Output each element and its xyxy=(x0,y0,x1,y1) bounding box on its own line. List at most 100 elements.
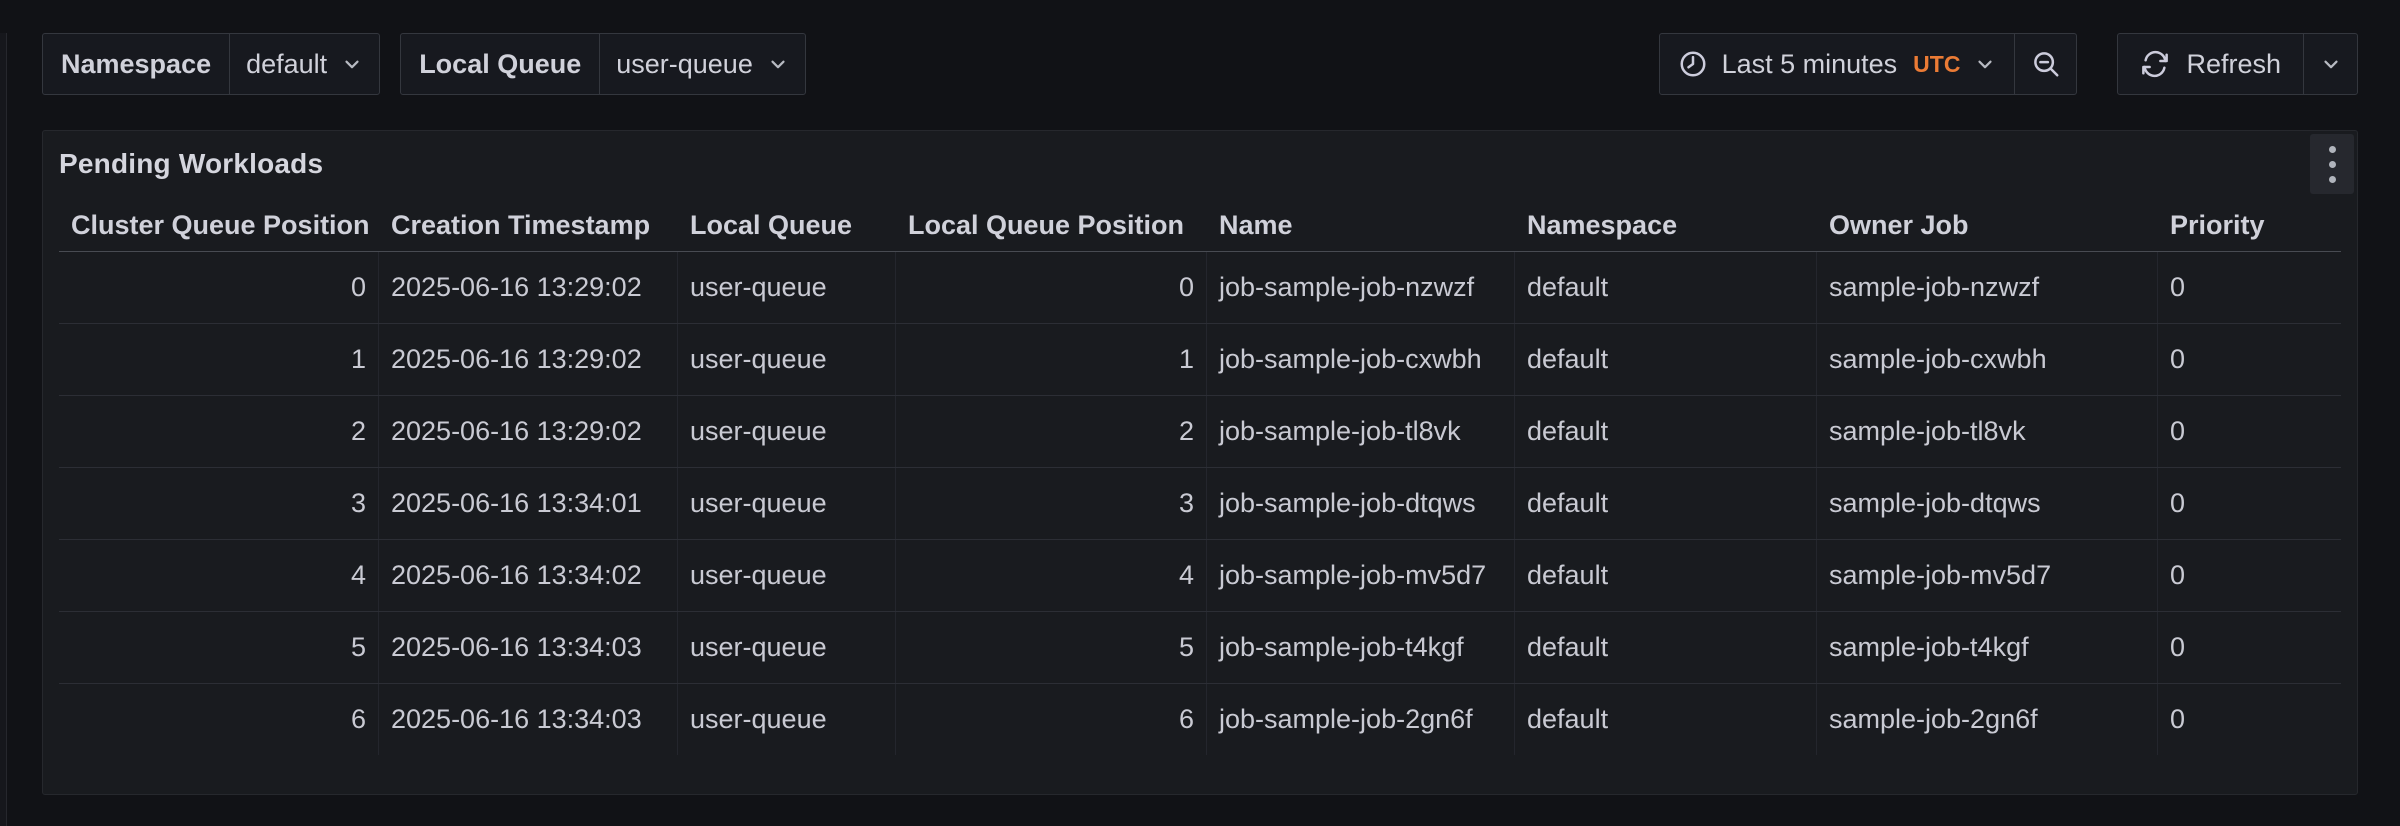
table-cell: user-queue xyxy=(678,468,896,539)
table-cell: 0 xyxy=(2158,252,2341,323)
table-cell: job-sample-job-2gn6f xyxy=(1207,684,1515,755)
table-cell: user-queue xyxy=(678,252,896,323)
table-cell: 4 xyxy=(896,540,1207,611)
table-cell: 2 xyxy=(896,396,1207,467)
variable-local-queue-picker[interactable]: user-queue xyxy=(599,34,805,94)
table-cell: job-sample-job-t4kgf xyxy=(1207,612,1515,683)
panel-menu-button[interactable] xyxy=(2310,134,2354,194)
refresh-icon xyxy=(2140,49,2170,79)
table-cell: 2025-06-16 13:29:02 xyxy=(379,324,678,395)
table-cell: 2025-06-16 13:29:02 xyxy=(379,252,678,323)
table-body: 02025-06-16 13:29:02user-queue0job-sampl… xyxy=(59,252,2341,755)
table-cell: 3 xyxy=(59,468,379,539)
table-cell: user-queue xyxy=(678,612,896,683)
table-cell: 0 xyxy=(2158,684,2341,755)
table-cell: 2025-06-16 13:34:03 xyxy=(379,684,678,755)
clock-icon xyxy=(1678,49,1708,79)
table-cell: job-sample-job-nzwzf xyxy=(1207,252,1515,323)
table-cell: 0 xyxy=(2158,540,2341,611)
table-cell: 0 xyxy=(59,252,379,323)
table-cell: 0 xyxy=(896,252,1207,323)
variable-namespace-label: Namespace xyxy=(43,34,229,94)
table-cell: sample-job-dtqws xyxy=(1817,468,2158,539)
table-row: 32025-06-16 13:34:01user-queue3job-sampl… xyxy=(59,467,2341,539)
table-cell: sample-job-cxwbh xyxy=(1817,324,2158,395)
column-header-namespace[interactable]: Namespace xyxy=(1515,199,1817,251)
panel-title: Pending Workloads xyxy=(59,148,323,180)
table-row: 52025-06-16 13:34:03user-queue5job-sampl… xyxy=(59,611,2341,683)
column-header-cluster-queue-position[interactable]: Cluster Queue Position xyxy=(59,199,379,251)
table-cell: 1 xyxy=(59,324,379,395)
table-cell: 3 xyxy=(896,468,1207,539)
chevron-down-icon xyxy=(341,53,363,75)
variable-namespace: Namespace default xyxy=(42,33,380,95)
table-cell: default xyxy=(1515,540,1817,611)
chevron-down-icon xyxy=(767,53,789,75)
table-cell: job-sample-job-mv5d7 xyxy=(1207,540,1515,611)
time-picker-group: Last 5 minutes UTC xyxy=(1659,33,2078,95)
table-cell: 0 xyxy=(2158,468,2341,539)
table-cell: user-queue xyxy=(678,396,896,467)
variable-local-queue-label: Local Queue xyxy=(401,34,599,94)
column-header-owner-job[interactable]: Owner Job xyxy=(1817,199,2158,251)
table-cell: sample-job-nzwzf xyxy=(1817,252,2158,323)
table-cell: user-queue xyxy=(678,684,896,755)
table-cell: job-sample-job-tl8vk xyxy=(1207,396,1515,467)
table-cell: sample-job-tl8vk xyxy=(1817,396,2158,467)
kebab-menu-icon xyxy=(2329,161,2336,168)
table-cell: 2 xyxy=(59,396,379,467)
table-cell: job-sample-job-cxwbh xyxy=(1207,324,1515,395)
table-row: 42025-06-16 13:34:02user-queue4job-sampl… xyxy=(59,539,2341,611)
table-cell: 0 xyxy=(2158,396,2341,467)
table-cell: sample-job-mv5d7 xyxy=(1817,540,2158,611)
time-and-refresh-controls: Last 5 minutes UTC Refresh xyxy=(1659,33,2358,95)
column-header-priority[interactable]: Priority xyxy=(2158,199,2341,251)
table-cell: sample-job-2gn6f xyxy=(1817,684,2158,755)
table-cell: job-sample-job-dtqws xyxy=(1207,468,1515,539)
refresh-label: Refresh xyxy=(2186,49,2281,80)
column-header-local-queue[interactable]: Local Queue xyxy=(678,199,896,251)
variable-local-queue-value: user-queue xyxy=(616,49,753,80)
table-cell: default xyxy=(1515,396,1817,467)
table-cell: 2025-06-16 13:34:02 xyxy=(379,540,678,611)
kebab-menu-icon xyxy=(2329,176,2336,183)
column-header-name[interactable]: Name xyxy=(1207,199,1515,251)
table-row: 62025-06-16 13:34:03user-queue6job-sampl… xyxy=(59,683,2341,755)
table-row: 22025-06-16 13:29:02user-queue2job-sampl… xyxy=(59,395,2341,467)
variable-local-queue: Local Queue user-queue xyxy=(400,33,806,95)
table-cell: 1 xyxy=(896,324,1207,395)
refresh-group: Refresh xyxy=(2117,33,2358,95)
panel-header: Pending Workloads xyxy=(43,131,2357,197)
refresh-interval-dropdown[interactable] xyxy=(2303,34,2357,94)
kebab-menu-icon xyxy=(2329,146,2336,153)
table-cell: 5 xyxy=(896,612,1207,683)
table-row: 12025-06-16 13:29:02user-queue1job-sampl… xyxy=(59,323,2341,395)
variable-namespace-picker[interactable]: default xyxy=(229,34,379,94)
time-picker-button[interactable]: Last 5 minutes UTC xyxy=(1660,34,2015,94)
left-edge-strip xyxy=(0,33,7,826)
variable-namespace-value: default xyxy=(246,49,327,80)
table-cell: 2025-06-16 13:34:03 xyxy=(379,612,678,683)
pending-workloads-table: Cluster Queue PositionCreation Timestamp… xyxy=(59,199,2341,755)
table-cell: 6 xyxy=(59,684,379,755)
grafana-dashboard: { "toolbar": { "variables": [ { "label":… xyxy=(0,33,2400,826)
pending-workloads-panel: Pending Workloads Cluster Queue Position… xyxy=(42,130,2358,795)
table-cell: 0 xyxy=(2158,612,2341,683)
table-cell: default xyxy=(1515,612,1817,683)
refresh-button[interactable]: Refresh xyxy=(2118,34,2303,94)
table-cell: 2025-06-16 13:34:01 xyxy=(379,468,678,539)
table-cell: user-queue xyxy=(678,324,896,395)
column-header-local-queue-position[interactable]: Local Queue Position xyxy=(896,199,1207,251)
table-cell: default xyxy=(1515,324,1817,395)
zoom-out-button[interactable] xyxy=(2014,34,2076,94)
variable-controls: Namespace default Local Queue user-queue xyxy=(42,33,806,95)
table-header-row: Cluster Queue PositionCreation Timestamp… xyxy=(59,199,2341,252)
table-cell: 6 xyxy=(896,684,1207,755)
table-cell: user-queue xyxy=(678,540,896,611)
table-cell: default xyxy=(1515,468,1817,539)
table-row: 02025-06-16 13:29:02user-queue0job-sampl… xyxy=(59,252,2341,323)
column-header-creation-timestamp[interactable]: Creation Timestamp xyxy=(379,199,678,251)
time-range-label: Last 5 minutes xyxy=(1722,49,1898,80)
table-cell: default xyxy=(1515,684,1817,755)
table-cell: default xyxy=(1515,252,1817,323)
